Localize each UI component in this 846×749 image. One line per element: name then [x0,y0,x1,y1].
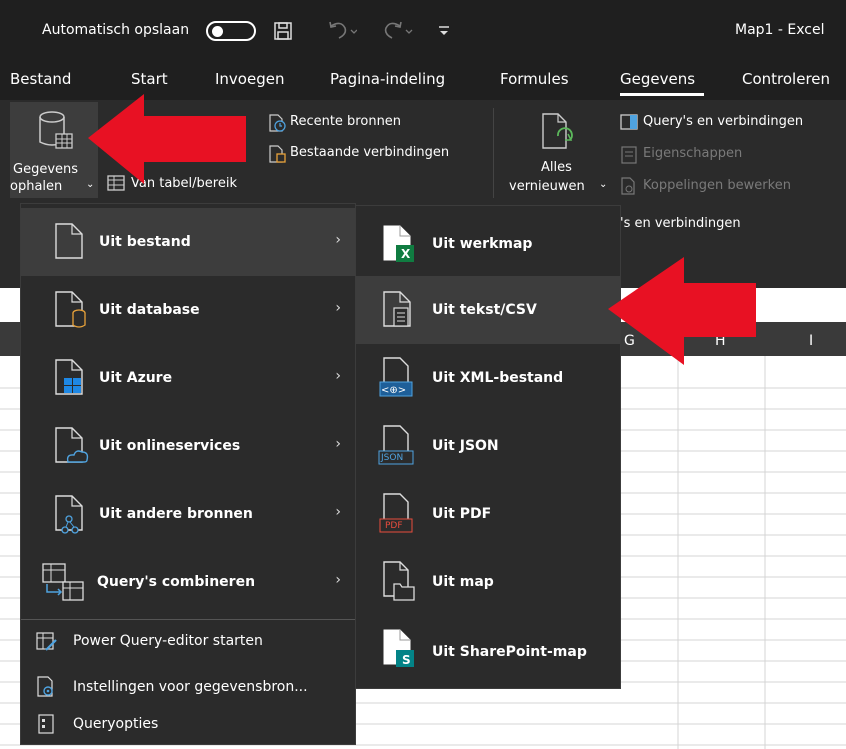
highlight-arrow-right [608,257,756,365]
get-data-label-line2: ophalen [10,179,63,194]
power-query-icon [36,632,57,651]
refresh-all-label-line2[interactable]: vernieuwen [509,179,585,194]
menu-item-label: Query's combineren [97,574,256,590]
database-file-icon [55,291,86,328]
chevron-right-icon: › [335,436,341,452]
from-file-submenu: X Uit werkmap Uit tekst/CSV <⊕> Uit XML-… [355,205,621,689]
menu-item-uit-bestand[interactable]: Uit bestand › [21,208,355,276]
tab-formules[interactable]: Formules [500,70,569,88]
edit-links-button[interactable]: Koppelingen bewerken [643,178,791,193]
recent-sources-icon [269,114,286,132]
chevron-down-icon: ⌄ [599,179,608,190]
existing-connections-icon [269,145,286,163]
submenu-item-uit-xml-bestand[interactable]: <⊕> Uit XML-bestand [356,344,620,412]
tab-gegevens[interactable]: Gegevens [620,70,695,88]
redo-icon[interactable] [384,20,414,42]
text-file-icon [383,291,411,327]
ribbon-group-label: 's en verbindingen [620,216,741,231]
save-icon[interactable] [273,21,293,41]
excel-workbook-icon [383,225,414,262]
menu-item-label: Power Query-editor starten [73,633,263,649]
combine-queries-icon [42,563,84,601]
database-icon [39,111,73,149]
data-source-settings-icon [37,676,53,697]
file-icon [55,223,83,259]
column-header-i[interactable]: I [809,333,813,349]
xml-badge: <⊕> [381,385,407,396]
excel-badge: X [401,247,411,261]
submenu-item-uit-sharepoint-map[interactable]: S Uit SharePoint-map [356,616,620,684]
menu-item-label: Uit Azure [99,370,173,386]
submenu-item-label: Uit XML-bestand [432,370,564,386]
submenu-item-label: Uit PDF [432,506,492,522]
submenu-item-uit-werkmap[interactable]: X Uit werkmap [356,210,620,276]
tab-pagina-indeling[interactable]: Pagina-indeling [330,70,445,88]
ribbon-separator [493,108,494,198]
submenu-item-label: Uit map [432,574,494,590]
tab-invoegen[interactable]: Invoegen [215,70,284,88]
menu-item-querys-combineren[interactable]: Query's combineren › [21,548,355,616]
autosave-toggle[interactable] [206,21,256,41]
refresh-all-icon [542,113,573,149]
tab-bestand[interactable]: Bestand [10,70,71,88]
menu-item-uit-azure[interactable]: Uit Azure › [21,344,355,412]
sharepoint-badge: S [402,653,411,667]
menu-item-label: Uit onlineservices [99,438,241,454]
chevron-right-icon: › [335,232,341,248]
title-bar: Automatisch opslaan Map1 - Excel [0,0,846,60]
menu-divider [21,619,355,620]
submenu-item-label: Uit JSON [432,438,499,454]
tab-controleren[interactable]: Controleren [742,70,830,88]
edit-links-icon [621,177,635,195]
recent-sources-button[interactable]: Recente bronnen [290,114,401,129]
get-data-menu: Uit bestand › Uit database › Uit Azure ›… [20,203,356,745]
other-sources-icon [55,495,83,534]
menu-item-label: Queryopties [73,716,159,732]
existing-connections-button[interactable]: Bestaande verbindingen [290,145,449,160]
active-tab-underline [620,93,704,96]
cloud-file-icon [55,427,89,463]
menu-item-data-source-settings[interactable]: Instellingen voor gegevensbron... [21,670,355,706]
submenu-item-uit-map[interactable]: Uit map [356,548,620,616]
properties-button[interactable]: Eigenschappen [643,146,742,161]
menu-item-uit-andere-bronnen[interactable]: Uit andere bronnen › [21,480,355,548]
menu-item-label: Uit database [99,302,200,318]
azure-file-icon [55,359,83,395]
submenu-item-label: Uit SharePoint-map [432,644,587,660]
menu-item-power-query-editor[interactable]: Power Query-editor starten [21,624,355,660]
submenu-item-label: Uit tekst/CSV [432,302,537,318]
queries-connections-button[interactable]: Query's en verbindingen [643,114,803,129]
chevron-right-icon: › [335,572,341,588]
autosave-label: Automatisch opslaan [42,22,190,38]
submenu-item-uit-pdf[interactable]: PDF Uit PDF [356,480,620,548]
folder-icon [383,561,415,601]
window-title: Map1 - Excel [735,22,825,38]
submenu-item-uit-json[interactable]: JSON Uit JSON [356,412,620,480]
menu-item-query-options[interactable]: Queryopties [21,706,355,742]
menu-item-uit-onlineservices[interactable]: Uit onlineservices › [21,412,355,480]
sharepoint-folder-icon [383,629,414,667]
menu-item-label: Instellingen voor gegevensbron... [73,679,308,695]
menu-item-uit-database[interactable]: Uit database › [21,276,355,344]
pdf-badge: PDF [385,521,403,531]
menu-item-label: Uit andere bronnen [99,506,253,522]
customize-toolbar-icon[interactable] [437,24,451,38]
highlight-arrow-left [88,94,246,184]
get-data-label-line1: Gegevens [13,162,79,177]
submenu-item-label: Uit werkmap [432,236,533,252]
refresh-all-label-line1[interactable]: Alles [541,160,572,175]
submenu-item-uit-tekst-csv[interactable]: Uit tekst/CSV [356,276,620,344]
query-options-icon [38,714,54,734]
chevron-right-icon: › [335,504,341,520]
chevron-right-icon: › [335,300,341,316]
menu-item-label: Uit bestand [99,234,191,250]
tab-start[interactable]: Start [131,70,168,88]
undo-icon[interactable] [327,20,357,42]
chevron-right-icon: › [335,368,341,384]
json-badge: JSON [381,453,404,463]
properties-icon [621,146,637,164]
queries-connections-icon [620,114,638,130]
